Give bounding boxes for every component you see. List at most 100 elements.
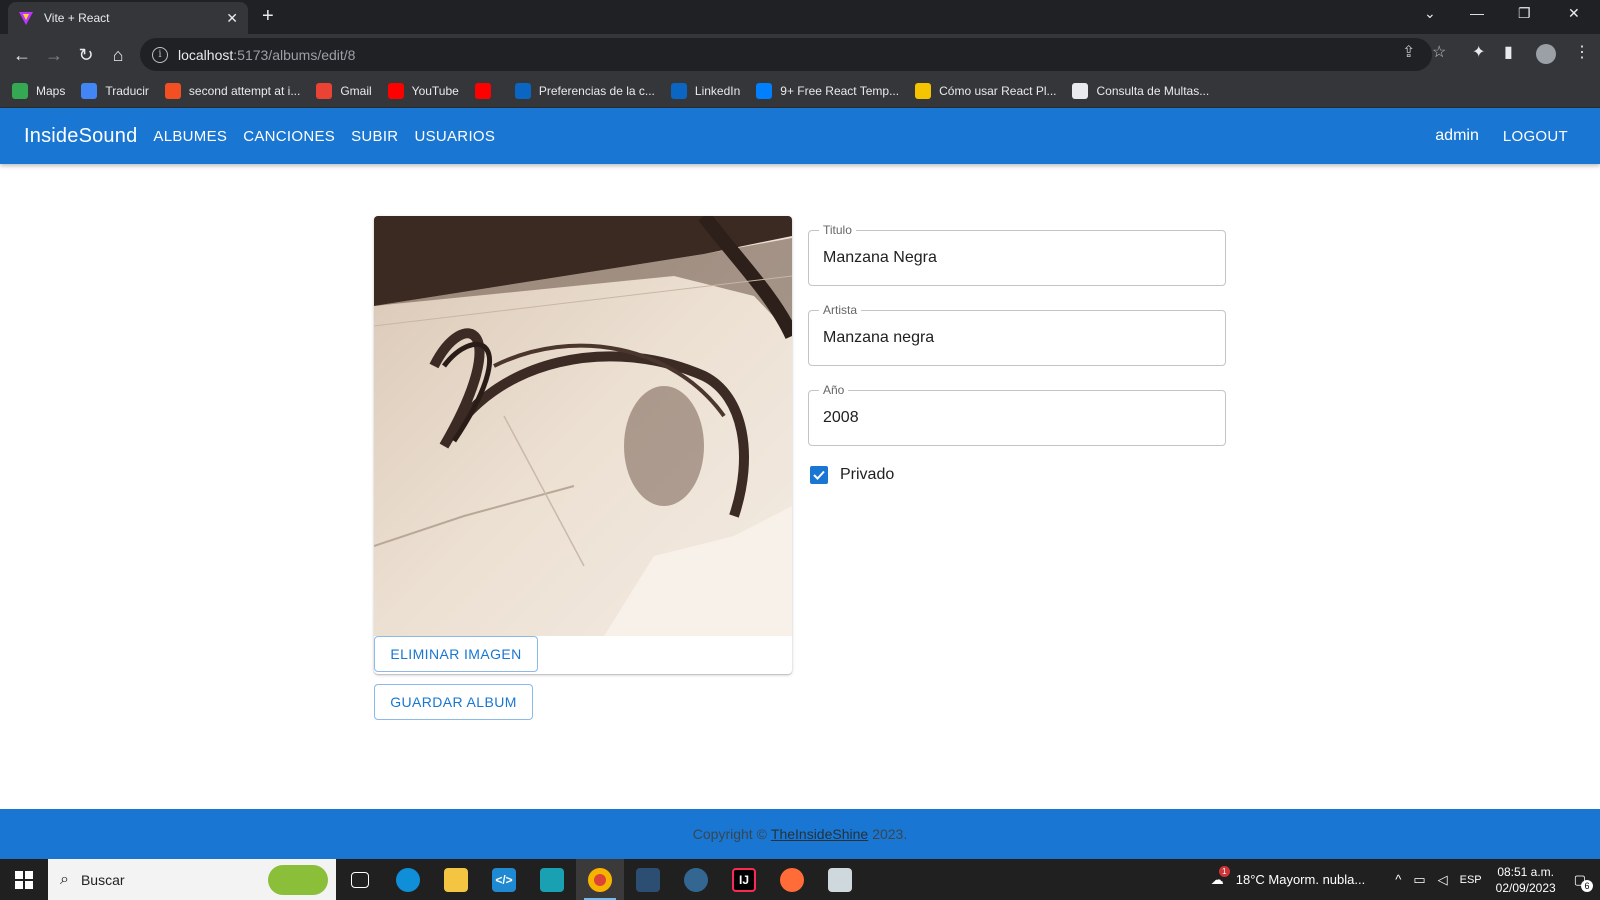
artist-field: Artista	[808, 303, 1226, 366]
menu-icon[interactable]: ⋮	[1574, 42, 1590, 62]
intellij-icon[interactable]: IJ	[720, 859, 768, 900]
bookmark-item[interactable]: 9+ Free React Temp...	[756, 83, 899, 99]
file-explorer-icon[interactable]	[432, 859, 480, 900]
bookmark-item[interactable]: Maps	[12, 83, 65, 99]
volume-icon[interactable]: ◁	[1438, 872, 1448, 888]
page-footer: Copyright © TheInsideShine 2023.	[0, 809, 1600, 859]
bookmark-item[interactable]: second attempt at i...	[164, 83, 300, 99]
artist-input[interactable]	[823, 311, 1213, 365]
tab-close-icon[interactable]: ✕	[226, 10, 238, 27]
youtube-music-icon	[474, 83, 491, 99]
address-bar[interactable]: i localhost:5173/albums/edit/8	[140, 38, 1432, 71]
windows-start-icon[interactable]	[0, 859, 48, 900]
site-info-icon[interactable]: i	[152, 46, 168, 63]
bookmark-label: Traducir	[105, 84, 149, 98]
weather-badge: 1	[1218, 865, 1230, 877]
browser-toolbar: ← → ↻ ⌂ i localhost:5173/albums/edit/8 ⇪…	[0, 34, 1600, 75]
save-album-button[interactable]: GUARDAR ALBUM	[374, 684, 533, 720]
back-icon[interactable]: ←	[10, 43, 34, 67]
private-label: Privado	[840, 466, 895, 483]
side-panel-icon[interactable]: ▮	[1504, 42, 1513, 62]
linkedin-icon	[514, 83, 531, 99]
bookmark-item[interactable]: LinkedIn	[670, 83, 740, 99]
chevron-up-icon[interactable]: ^	[1395, 872, 1401, 887]
vscode-icon[interactable]: </>	[480, 859, 528, 900]
gmail-icon	[316, 83, 333, 99]
profile-avatar[interactable]	[1536, 44, 1556, 64]
url-host: localhost	[178, 46, 234, 63]
clock-time: 08:51 a.m.	[1497, 864, 1555, 879]
system-tray: ☁ 1 18°C Mayorm. nubla... ^ ▭ ◁ ESP 08:51…	[1205, 864, 1600, 896]
clock-date: 02/09/2023	[1495, 880, 1556, 895]
extensions-icon[interactable]: ✦	[1472, 42, 1485, 62]
private-checkbox-row[interactable]: Privado	[810, 466, 894, 484]
bookmark-item[interactable]: Preferencias de la c...	[514, 83, 655, 99]
weather-text[interactable]: 18°C Mayorm. nubla...	[1236, 872, 1365, 887]
edge-icon[interactable]	[384, 859, 432, 900]
app-brand[interactable]: InsideSound	[24, 125, 137, 148]
app-bar: InsideSound ALBUMES CANCIONES SUBIR USUA…	[0, 108, 1600, 164]
clapperboard-app-icon[interactable]	[816, 859, 864, 900]
nav-albumes[interactable]: ALBUMES	[145, 122, 235, 151]
postman-icon[interactable]	[768, 859, 816, 900]
tab-search-icon[interactable]: ⌄	[1424, 5, 1436, 22]
private-checkbox[interactable]	[810, 466, 828, 484]
home-icon[interactable]: ⌂	[106, 43, 130, 67]
tab-title: Vite + React	[44, 11, 110, 25]
bookmark-label: Cómo usar React Pl...	[939, 84, 1057, 98]
close-window-icon[interactable]: ✕	[1568, 5, 1580, 22]
mysql-workbench-icon[interactable]	[624, 859, 672, 900]
logout-button[interactable]: LOGOUT	[1495, 122, 1576, 151]
bookmark-item[interactable]: Consulta de Multas...	[1072, 83, 1209, 99]
browser-tabstrip: Vite + React ✕ + ⌄ — ❐ ✕	[0, 0, 1600, 34]
linkedin-icon	[670, 83, 687, 99]
search-icon: ⌕	[60, 870, 69, 888]
restore-icon[interactable]: ❐	[1518, 5, 1531, 22]
task-view-icon[interactable]	[336, 859, 384, 900]
terminal-app-icon[interactable]	[528, 859, 576, 900]
language-indicator[interactable]: ESP	[1460, 874, 1482, 886]
notifications-count: 6	[1581, 879, 1593, 892]
youtube-icon	[387, 83, 404, 99]
chrome-icon[interactable]	[576, 859, 624, 900]
clock[interactable]: 08:51 a.m. 02/09/2023	[1496, 864, 1556, 896]
forward-icon[interactable]: →	[42, 43, 66, 67]
maps-icon	[12, 83, 28, 99]
bookmark-item[interactable]	[474, 83, 499, 99]
nav-subir[interactable]: SUBIR	[343, 122, 406, 151]
bookmark-star-icon[interactable]: ☆	[1432, 42, 1446, 62]
network-icon[interactable]: ▭	[1413, 872, 1425, 888]
url-path: :5173/albums/edit/8	[233, 46, 356, 63]
minimize-icon[interactable]: —	[1470, 5, 1484, 21]
microsoft-icon	[164, 83, 181, 99]
bookmark-item[interactable]: Cómo usar React Pl...	[915, 83, 1056, 99]
bookmark-item[interactable]: Gmail	[316, 83, 372, 99]
search-highlight-icon	[268, 865, 328, 895]
new-tab-button[interactable]: +	[262, 6, 274, 26]
bookmark-item[interactable]: YouTube	[387, 83, 459, 99]
year-field: Año	[808, 383, 1226, 446]
notifications-icon[interactable]: ▢ 6	[1574, 872, 1593, 892]
reload-icon[interactable]: ↻	[74, 43, 98, 67]
nav-usuarios[interactable]: USUARIOS	[406, 122, 503, 151]
share-icon[interactable]: ⇪	[1402, 42, 1415, 62]
translate-icon	[81, 83, 98, 99]
bookmark-label: Consulta de Multas...	[1096, 84, 1210, 98]
year-input[interactable]	[823, 391, 1213, 445]
taskbar-search[interactable]: ⌕ Buscar	[48, 859, 336, 900]
footer-link[interactable]: TheInsideShine	[771, 826, 868, 842]
browser-tab[interactable]: Vite + React ✕	[8, 2, 248, 34]
bookmark-label: Gmail	[340, 84, 372, 98]
bookmark-item[interactable]: Traducir	[81, 83, 149, 99]
postgresql-icon[interactable]	[672, 859, 720, 900]
mui-icon	[756, 83, 773, 99]
title-input[interactable]	[823, 231, 1213, 285]
weather-icon[interactable]: ☁ 1	[1211, 865, 1230, 888]
delete-image-button[interactable]: ELIMINAR IMAGEN	[374, 636, 538, 672]
album-cover-image	[374, 216, 792, 636]
check-icon	[813, 470, 825, 480]
bookmark-label: 9+ Free React Temp...	[780, 84, 900, 98]
nav-canciones[interactable]: CANCIONES	[235, 122, 343, 151]
vite-icon	[18, 10, 34, 26]
album-cover-card: ELIMINAR IMAGEN	[374, 216, 792, 674]
